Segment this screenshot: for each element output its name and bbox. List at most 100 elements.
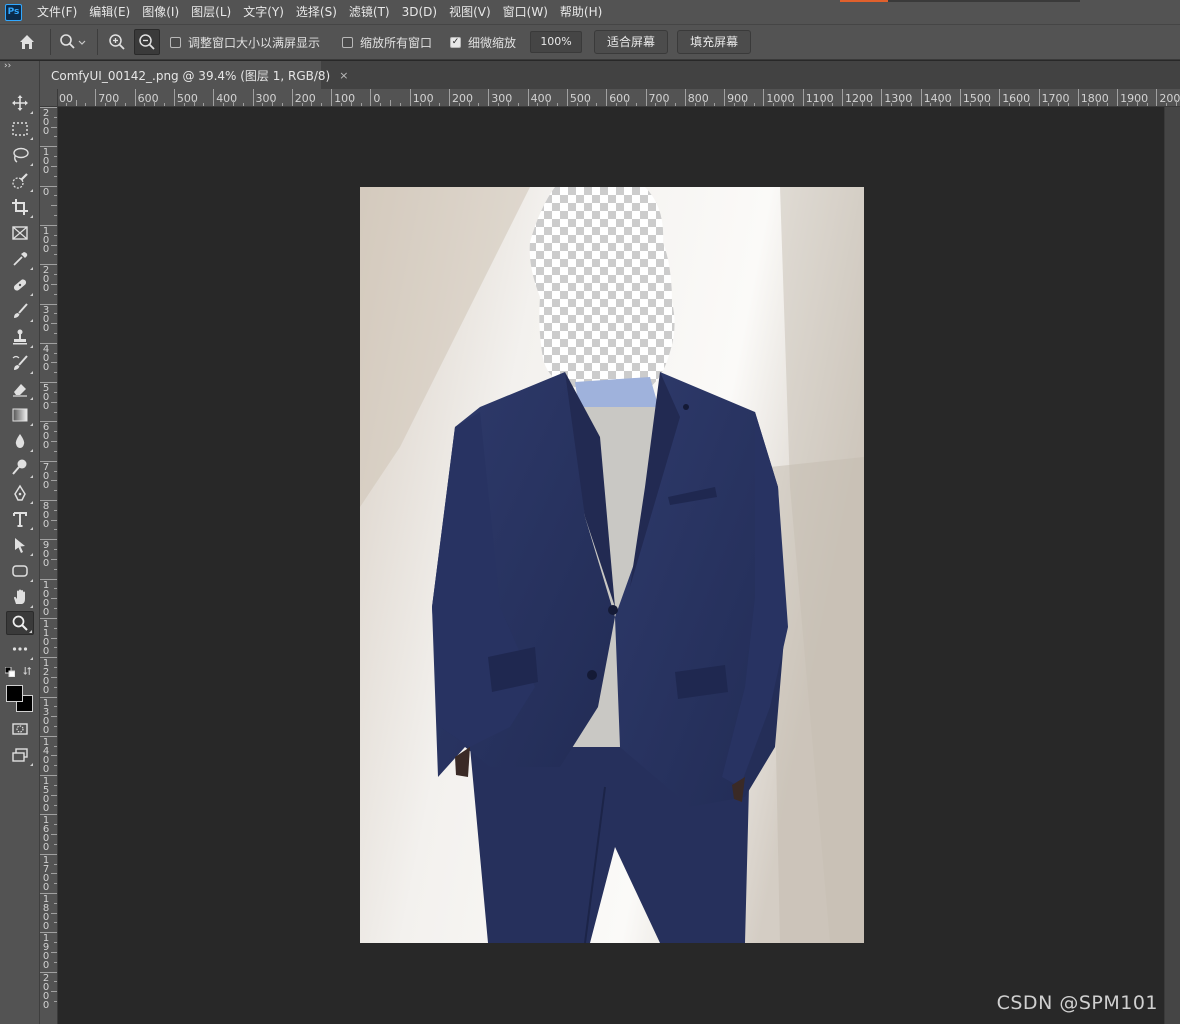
- ruler-minor-tick: [54, 863, 57, 865]
- document-image[interactable]: [360, 187, 864, 943]
- menu-item-10[interactable]: 帮助(H): [554, 0, 608, 24]
- checkbox-box[interactable]: [342, 36, 354, 48]
- ruler-minor-tick: [281, 103, 283, 106]
- move-tool[interactable]: [6, 91, 34, 115]
- ruler-major-tick: [959, 89, 961, 106]
- quick-mask-button[interactable]: [6, 717, 34, 741]
- ruler-label: 1700: [1041, 92, 1070, 105]
- canvas-area[interactable]: CSDN @SPM101: [58, 107, 1164, 1024]
- swap-colors-icon[interactable]: ⮃: [23, 665, 32, 679]
- ruler-major-tick: [1156, 89, 1158, 106]
- ruler-minor-tick: [822, 100, 824, 106]
- ruler-label: 500: [42, 383, 50, 413]
- crop-tool[interactable]: [6, 195, 34, 219]
- shape-tool[interactable]: [6, 559, 34, 583]
- menu-item-4[interactable]: 文字(Y): [237, 0, 290, 24]
- checkbox-box[interactable]: [170, 36, 181, 48]
- screen-mode-icon: [12, 748, 28, 762]
- ruler-minor-tick: [478, 103, 480, 106]
- horizontal-ruler[interactable]: 00 700 600 500 400 300 200 100 0 100 200 300 400 500 6…: [58, 89, 1180, 107]
- menu-item-5[interactable]: 选择(S): [290, 0, 343, 24]
- menu-item-9[interactable]: 窗口(W): [497, 0, 554, 24]
- ruler-origin[interactable]: [40, 89, 58, 107]
- ruler-label: 600: [42, 422, 50, 452]
- dodge-tool[interactable]: [6, 455, 34, 479]
- ruler-minor-tick: [321, 103, 323, 106]
- ruler-label: 1500: [42, 776, 50, 815]
- home-button[interactable]: [14, 29, 40, 55]
- options-divider: [97, 29, 98, 55]
- vertical-scrollbar[interactable]: [1164, 107, 1180, 1024]
- frame-tool[interactable]: [6, 221, 34, 245]
- foreground-color-swatch[interactable]: [6, 685, 23, 702]
- zoom-tool[interactable]: [6, 611, 34, 635]
- fit-screen-button[interactable]: 适合屏幕: [594, 30, 669, 54]
- fill-screen-button[interactable]: 填充屏幕: [677, 30, 752, 54]
- ruler-minor-tick: [390, 100, 392, 106]
- pen-tool[interactable]: [6, 481, 34, 505]
- default-colors-icon[interactable]: [5, 667, 15, 677]
- ruler-minor-tick: [51, 676, 57, 678]
- hand-icon: [14, 589, 25, 604]
- ruler-minor-tick: [54, 136, 57, 138]
- path-selection-tool[interactable]: [6, 533, 34, 557]
- ruler-minor-tick: [1087, 103, 1089, 106]
- zoom-in-button[interactable]: [104, 29, 130, 55]
- eyedropper-tool[interactable]: [6, 247, 34, 271]
- menu-item-6[interactable]: 滤镜(T): [343, 0, 396, 24]
- scrubby-zoom-checkbox[interactable]: ✓ 细微缩放: [450, 34, 516, 51]
- menu-item-7[interactable]: 3D(D): [396, 0, 443, 24]
- menu-item-8[interactable]: 视图(V): [443, 0, 497, 24]
- ruler-minor-tick: [340, 103, 342, 106]
- eraser-icon: [13, 384, 27, 397]
- ruler-minor-tick: [114, 100, 116, 106]
- history-brush-tool[interactable]: [6, 351, 34, 375]
- ruler-minor-tick: [51, 716, 57, 718]
- ruler-label: 1500: [962, 92, 991, 105]
- ruler-minor-tick: [507, 100, 509, 106]
- ruler-minor-tick: [743, 100, 745, 106]
- ruler-minor-tick: [547, 100, 549, 106]
- menu-item-1[interactable]: 编辑(E): [83, 0, 136, 24]
- photoshop-logo-icon[interactable]: Ps: [5, 3, 22, 21]
- marquee-tool[interactable]: [6, 117, 34, 141]
- brush-tool[interactable]: [6, 299, 34, 323]
- ruler-label: 100: [334, 92, 356, 105]
- zoom-all-windows-checkbox[interactable]: 缩放所有窗口: [342, 34, 432, 51]
- gradient-tool[interactable]: [6, 403, 34, 427]
- blur-tool[interactable]: [6, 429, 34, 453]
- clone-stamp-tool[interactable]: [6, 325, 34, 349]
- ruler-label: 200: [452, 92, 473, 105]
- ruler-minor-tick: [350, 100, 352, 106]
- ruler-major-tick: [291, 89, 293, 106]
- ruler-major-tick: [999, 89, 1001, 106]
- type-tool[interactable]: [6, 507, 34, 531]
- quick-select-tool[interactable]: [6, 169, 34, 193]
- menu-item-2[interactable]: 图像(I): [136, 0, 185, 24]
- hand-tool[interactable]: [6, 585, 34, 609]
- ruler-major-tick: [842, 89, 843, 106]
- photo-suited-man: [360, 187, 864, 943]
- ruler-minor-tick: [635, 103, 637, 106]
- screen-mode-button[interactable]: [6, 743, 34, 767]
- ruler-minor-tick: [783, 100, 785, 106]
- ruler-minor-tick: [54, 175, 57, 177]
- healing-brush-tool[interactable]: [6, 273, 34, 297]
- ruler-minor-tick: [51, 401, 57, 403]
- collapse-panel-icon[interactable]: ››: [4, 61, 11, 71]
- checkbox-box[interactable]: ✓: [450, 36, 462, 48]
- eraser-tool[interactable]: [6, 377, 34, 401]
- zoom-percent-field[interactable]: 100%: [530, 31, 583, 53]
- close-tab-icon[interactable]: ×: [339, 69, 348, 82]
- zoom-tool-preset-button[interactable]: [57, 29, 91, 55]
- menu-item-0[interactable]: 文件(F): [31, 0, 83, 24]
- lasso-tool[interactable]: [6, 143, 34, 167]
- zoom-out-button[interactable]: [134, 29, 160, 55]
- document-tab[interactable]: ComfyUI_00142_.png @ 39.4% (图层 1, RGB/8)…: [40, 61, 348, 89]
- edit-toolbar-button[interactable]: [6, 637, 34, 661]
- vertical-ruler[interactable]: 200 100 0 100 200 300 400 500 600 700 800 900 1000 11…: [40, 107, 58, 1024]
- ruler-label: 300: [42, 304, 50, 334]
- ruler-minor-tick: [54, 352, 57, 354]
- resize-windows-checkbox[interactable]: 调整窗口大小以满屏显示: [170, 34, 320, 51]
- menu-item-3[interactable]: 图层(L): [185, 0, 237, 24]
